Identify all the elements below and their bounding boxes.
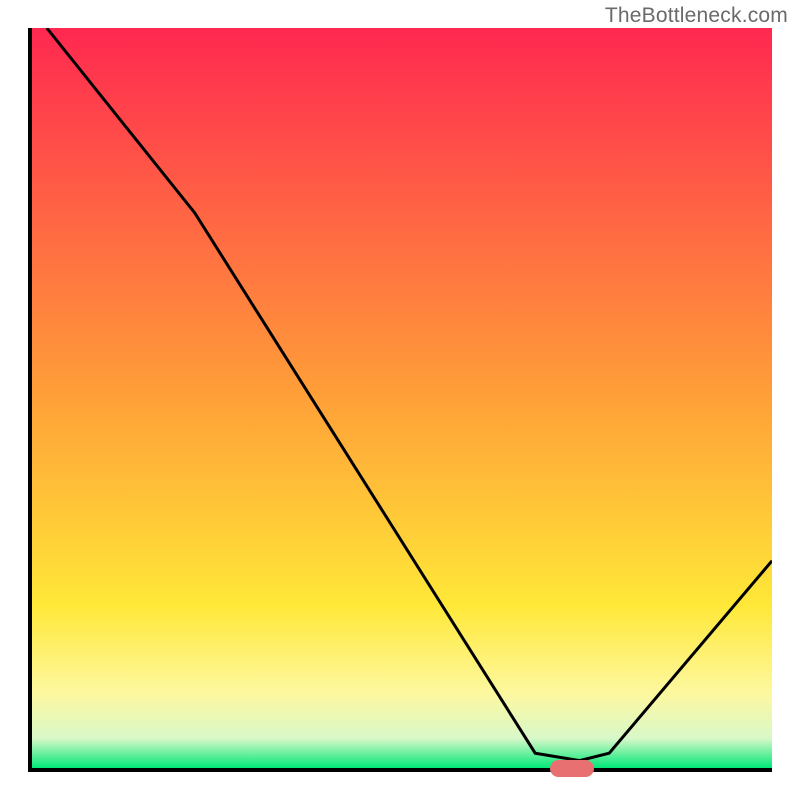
chart-plot-area	[28, 28, 772, 772]
bottleneck-curve	[32, 28, 772, 768]
watermark-text: TheBottleneck.com	[605, 4, 788, 28]
optimal-marker	[550, 760, 594, 777]
